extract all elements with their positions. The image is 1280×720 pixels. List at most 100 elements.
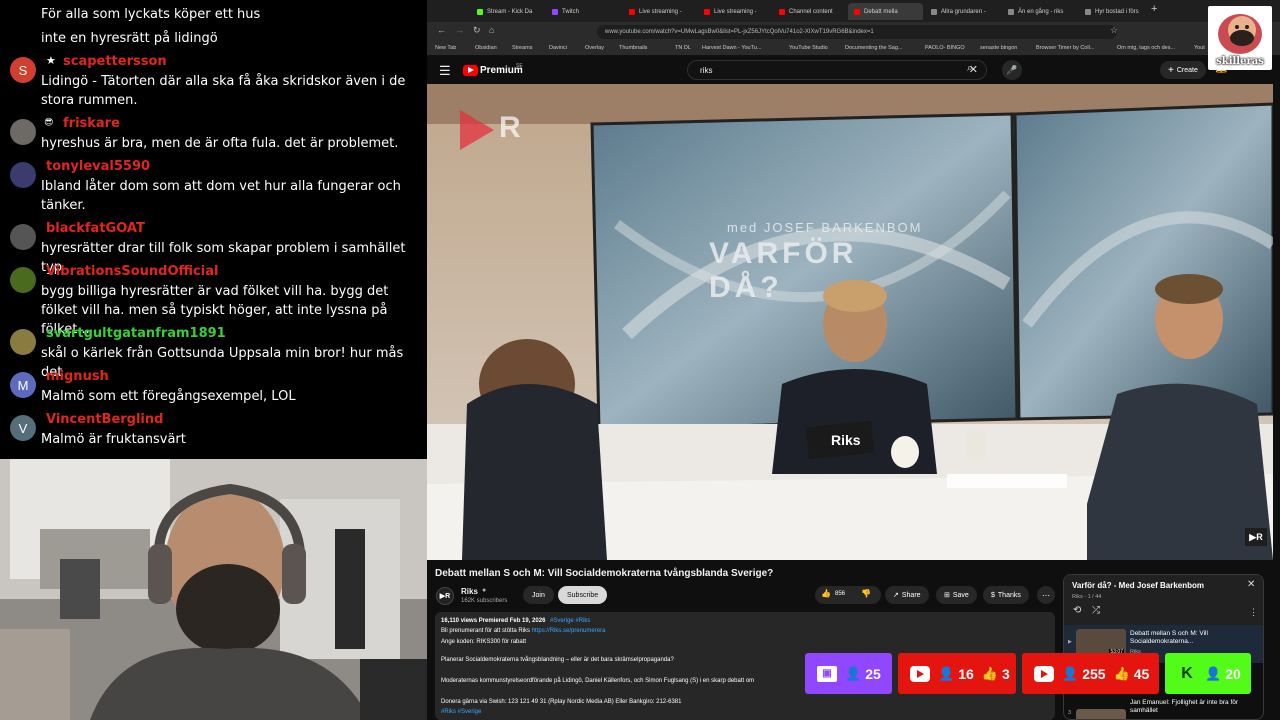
webcam-feed (0, 459, 427, 720)
youtube-play-icon (916, 669, 924, 678)
browser-tab[interactable]: Twitch (546, 3, 621, 20)
chat-message-text: Malmö är fruktansvärt (41, 432, 186, 447)
browser-tab[interactable]: Stream - Kick Da (471, 3, 546, 20)
screen-title: VARFÖR DÅ? (709, 237, 858, 304)
thanks-button[interactable]: $ Thanks (983, 586, 1029, 604)
video-player[interactable]: R med JOSEF BARKENBOM VARFÖR DÅ? Riks ▶R (427, 84, 1273, 560)
share-button[interactable]: ↗ Share (885, 586, 929, 604)
bookmark-item[interactable]: Overlay (585, 45, 604, 51)
chat-message-text: För alla som lyckats köper ett hus (41, 7, 261, 22)
chat-username[interactable]: VincentBerglind (46, 412, 163, 427)
tab-favicon-icon (931, 8, 937, 15)
reload-icon[interactable]: ↻ (473, 25, 481, 36)
subscribe-button[interactable]: Subscribe (558, 586, 608, 604)
playlist-item-title: Debatt mellan S och M: Vill Socialdemokr… (1130, 630, 1208, 645)
chat-username[interactable]: scapettersson (63, 54, 167, 69)
now-playing-icon: ▶ (1068, 639, 1072, 645)
youtube-viewers: 16 (958, 665, 974, 682)
bookmark-item[interactable]: PAOLO- BINGO (925, 45, 965, 51)
likes-icon: 👍 (1113, 665, 1130, 681)
verified-icon: ● (482, 587, 487, 594)
bookmark-item[interactable]: Yout (1194, 45, 1205, 51)
close-icon[interactable]: ✕ (1247, 579, 1255, 590)
description-line: Bli prenumerant för att stötta Riks http… (441, 628, 606, 634)
search-icon[interactable]: ⌕ (967, 62, 973, 75)
webcam-image (0, 459, 427, 720)
new-tab-icon[interactable]: + (1151, 3, 1157, 15)
save-icon: ⊞ (944, 592, 950, 599)
subscribe-link[interactable]: https://Riks.se/prenumerera (532, 628, 606, 634)
chat-username[interactable]: blackfatGOAT (46, 221, 145, 236)
viewers-icon: 👤 (1205, 665, 1222, 681)
back-icon[interactable]: ← (437, 25, 446, 35)
tab-favicon-icon (1085, 8, 1091, 15)
chat-username[interactable]: friskare (63, 116, 120, 131)
bookmark-item[interactable]: Thumbnails (619, 45, 647, 51)
chat-username[interactable]: svartgultgatanfram1891 (46, 326, 226, 341)
bookmark-item[interactable]: YouTube Studio (789, 45, 828, 51)
forward-icon[interactable]: → (455, 25, 464, 35)
shuffle-icon[interactable]: ⤮ (1092, 605, 1100, 616)
home-icon[interactable]: ⌂ (489, 25, 494, 35)
save-button[interactable]: ⊞ Save (936, 586, 977, 604)
search-input[interactable]: riks (700, 66, 712, 75)
chat-username[interactable]: mignush (46, 369, 109, 384)
youtube-likes: 45 (1133, 665, 1150, 682)
more-actions-icon[interactable]: ⋯ (1037, 586, 1055, 604)
menu-icon[interactable]: ☰ (439, 63, 451, 79)
bookmark-item[interactable]: Davinci (549, 45, 567, 51)
bookmark-item[interactable]: Om mig, tags och des... (1117, 45, 1175, 51)
bookmark-star-icon[interactable]: ☆ (1110, 25, 1118, 36)
youtube-header: ☰ Premium SE riks ✕ ⌕ 🎤 +Create 🔔 (427, 56, 1280, 84)
chat-username[interactable]: tonyleval5590 (46, 159, 150, 174)
bookmarks-bar: New Tab Obsidian Streams Davinci Overlay… (427, 42, 1280, 56)
bookmark-item[interactable]: TN DL (675, 45, 691, 51)
bookmark-item[interactable]: Obsidian (475, 45, 497, 51)
bookmark-item[interactable]: Browser Timer by Coll... (1036, 45, 1094, 51)
skilleras-logo: skilleras (1208, 6, 1272, 70)
star-badge-icon: ★ (46, 54, 56, 67)
browser-tab[interactable]: Live streaming - (623, 3, 698, 20)
channel-name[interactable]: Riks (461, 587, 478, 596)
bookmark-item[interactable]: Streams (512, 45, 532, 51)
url-field[interactable]: www.youtube.com/watch?v=UMwLagsBw0&list=… (597, 25, 1117, 39)
channel-avatar[interactable]: ▶R (436, 587, 454, 605)
user-avatar (10, 162, 36, 188)
stream-layout: För alla som lyckats köper ett hus inte … (0, 0, 1280, 720)
microphone-icon[interactable]: 🎤 (1002, 60, 1022, 80)
playlist-item-index: 3 (1068, 710, 1072, 716)
kick-icon: K (1181, 664, 1193, 682)
playlist-item[interactable]: 3 Jan Emanuel: Fjollighet är inte bra fö… (1064, 699, 1263, 719)
youtube-play-icon (1040, 669, 1048, 678)
search-box[interactable]: riks ✕ (687, 60, 987, 80)
hashtags-top[interactable]: #Sverige #Riks (550, 618, 590, 624)
description-line: Moderaternas kommunstyrelseordförande på… (441, 678, 755, 684)
tab-favicon-icon (704, 8, 710, 15)
browser-tab[interactable]: Live streaming - (698, 3, 773, 20)
like-count: 856 (835, 591, 846, 597)
bookmark-item[interactable]: Documenting the Sag... (845, 45, 902, 51)
sunglasses-badge-icon: 😎 (44, 118, 54, 128)
loop-icon[interactable]: ⟲ (1073, 605, 1081, 616)
create-button[interactable]: + Create (1160, 61, 1206, 79)
chat-message-text: Malmö som ett föregångsexempel, LOL (41, 389, 296, 404)
bookmark-item[interactable]: senaste bingon (980, 45, 1017, 51)
browser-tab[interactable]: Allra grundaren - (925, 3, 1000, 20)
hashtags-bottom[interactable]: #Riks #Sverige (441, 709, 481, 715)
browser-tab[interactable]: Hyr bostad i förs (1079, 3, 1145, 20)
thumbs-up-icon[interactable]: 👍 (821, 589, 831, 598)
more-vert-icon[interactable]: ⋮ (1249, 607, 1258, 618)
chat-message-text: hyreshus är bra, men de är ofta fula. de… (41, 136, 399, 151)
user-avatar (10, 224, 36, 250)
join-button[interactable]: Join (523, 586, 554, 604)
browser-tab[interactable]: Än en gång - riks (1002, 3, 1077, 20)
browser-tab[interactable]: Channel content (773, 3, 848, 20)
bookmark-item[interactable]: New Tab (435, 45, 456, 51)
thumbs-down-icon[interactable]: 👎 (861, 589, 871, 598)
browser-tab-active[interactable]: Debatt mella (848, 3, 923, 20)
bookmark-item[interactable]: Harvest Dawn - YouTu... (702, 45, 761, 51)
playlist-item-title: Jan Emanuel: Fjollighet är inte bra för … (1130, 699, 1239, 714)
share-icon: ↗ (893, 592, 899, 599)
chat-username[interactable]: VibrationsSoundOfficial (46, 264, 218, 279)
playlist-title[interactable]: Varför då? - Med Josef Barkenbom (1072, 581, 1204, 590)
